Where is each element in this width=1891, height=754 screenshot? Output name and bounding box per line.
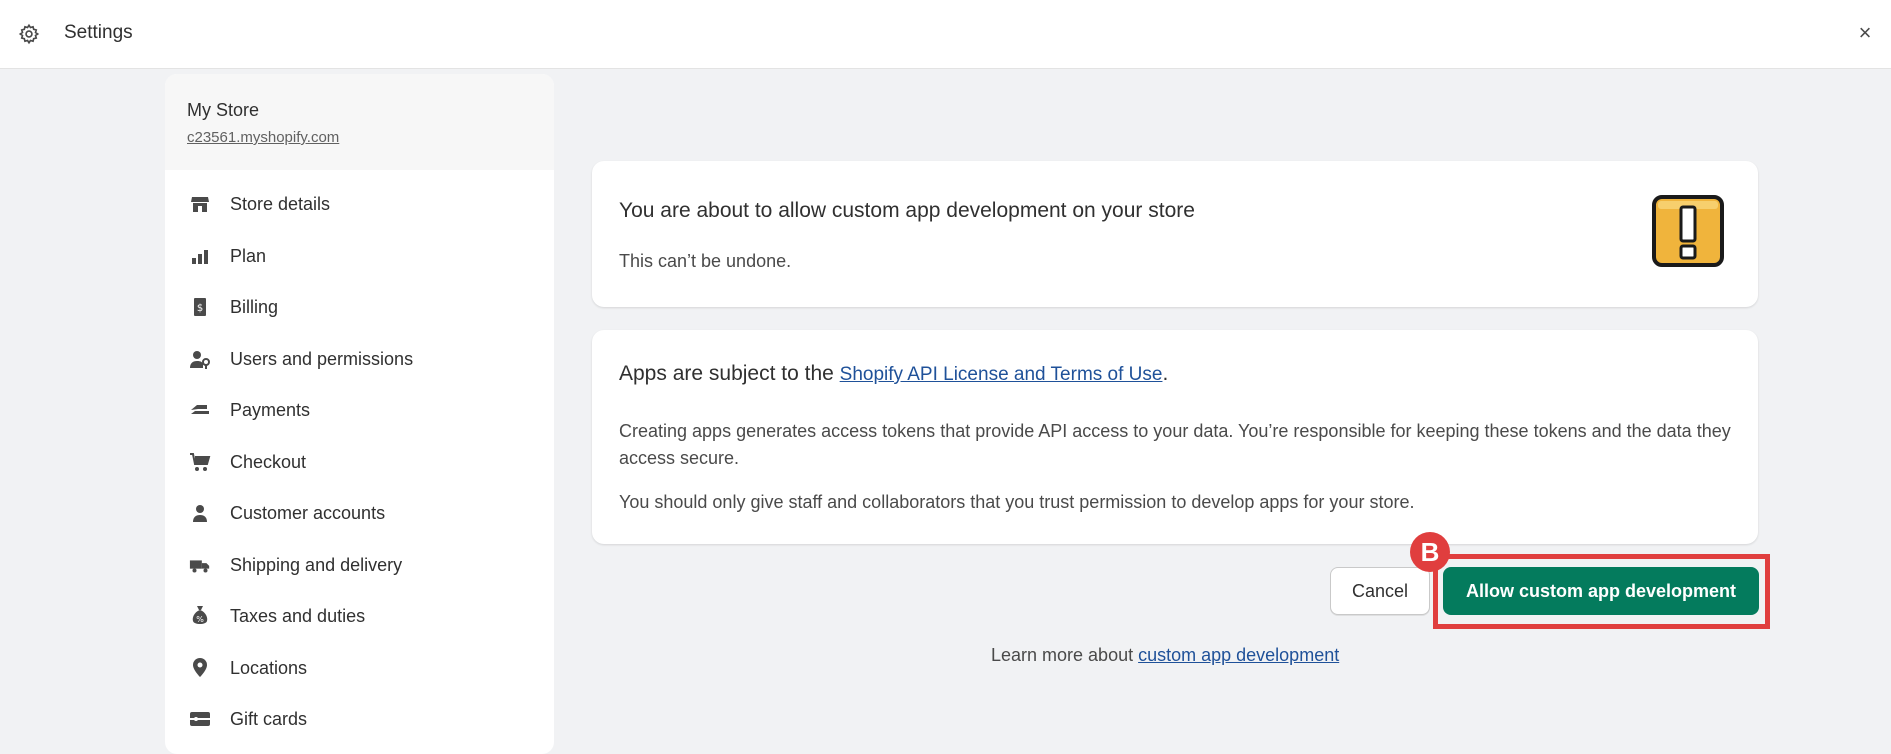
close-icon[interactable]: × [1853, 20, 1877, 45]
payments-icon [189, 399, 211, 421]
sidebar-item-label: Taxes and duties [230, 605, 366, 626]
terms-title-suffix: . [1162, 362, 1169, 385]
sidebar-item-billing[interactable]: $ Billing [165, 287, 554, 327]
settings-sidebar: My Store c23561.myshopify.com Store deta… [165, 74, 554, 754]
billing-icon: $ [189, 296, 211, 318]
sidebar-item-taxes[interactable]: % Taxes and duties [165, 596, 554, 636]
exclamation-icon [1652, 195, 1724, 267]
warning-title: You are about to allow custom app develo… [619, 199, 1195, 222]
sidebar-item-payments[interactable]: Payments [165, 390, 554, 430]
sidebar-item-checkout[interactable]: Checkout [165, 442, 554, 482]
sidebar-item-users[interactable]: Users and permissions [165, 339, 554, 379]
cancel-button[interactable]: Cancel [1330, 567, 1430, 615]
svg-text:$: $ [197, 303, 203, 314]
api-terms-link[interactable]: Shopify API License and Terms of Use [840, 364, 1163, 385]
terms-card: Apps are subject to the Shopify API Lice… [592, 330, 1758, 544]
sidebar-item-locations[interactable]: Locations [165, 648, 554, 688]
warning-subtitle: This can’t be undone. [619, 251, 792, 271]
page-title: Settings [64, 22, 133, 43]
sidebar-item-label: Payments [230, 399, 311, 420]
tokens-paragraph: Creating apps generates access tokens th… [619, 421, 1731, 468]
sidebar-item-gift-cards[interactable]: Gift cards [165, 699, 554, 739]
settings-header: Settings × [0, 0, 1891, 69]
gift-card-icon [189, 708, 211, 730]
store-url-link[interactable]: c23561.myshopify.com [187, 129, 339, 146]
svg-text:%: % [196, 615, 204, 624]
truck-icon [189, 554, 211, 576]
gear-icon [18, 23, 40, 45]
sidebar-item-label: Gift cards [230, 708, 308, 729]
sidebar-item-label: Shipping and delivery [230, 554, 403, 575]
location-pin-icon [189, 657, 211, 679]
sidebar-item-customer-accounts[interactable]: Customer accounts [165, 493, 554, 533]
sidebar-item-label: Users and permissions [230, 348, 414, 369]
sidebar-item-plan[interactable]: Plan [165, 236, 554, 276]
sidebar-item-store-details[interactable]: Store details [165, 184, 554, 224]
learn-more-text: Learn more about custom app development [991, 645, 1339, 666]
sidebar-item-label: Plan [230, 245, 267, 266]
permission-paragraph: You should only give staff and collabora… [619, 492, 1415, 512]
sidebar-item-label: Store details [230, 193, 331, 214]
person-icon [189, 502, 211, 524]
sidebar-item-label: Billing [230, 296, 279, 317]
terms-title: Apps are subject to the Shopify API Lice… [619, 362, 1168, 386]
learn-more-prefix: Learn more about [991, 645, 1139, 665]
warning-card: You are about to allow custom app develo… [592, 161, 1758, 307]
annotation-badge: B [1410, 532, 1450, 572]
sidebar-item-label: Checkout [230, 451, 307, 472]
plan-icon [189, 245, 211, 267]
users-icon [189, 348, 211, 370]
store-header: My Store c23561.myshopify.com [165, 74, 554, 170]
terms-title-prefix: Apps are subject to the [619, 362, 840, 385]
tax-icon: % [189, 605, 211, 627]
sidebar-item-label: Customer accounts [230, 502, 386, 523]
custom-app-development-link[interactable]: custom app development [1138, 645, 1339, 665]
cart-icon [189, 451, 211, 473]
allow-custom-app-development-button[interactable]: Allow custom app development [1443, 567, 1759, 615]
sidebar-item-shipping[interactable]: Shipping and delivery [165, 545, 554, 585]
store-name: My Store [187, 100, 260, 120]
store-icon [189, 193, 211, 215]
sidebar-item-label: Locations [230, 657, 308, 678]
